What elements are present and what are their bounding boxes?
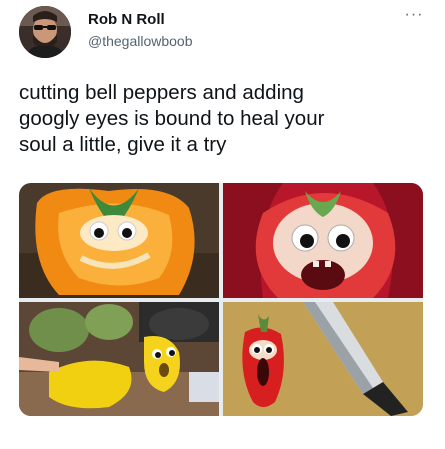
tweet-text-line: googly eyes is bound to heal your — [19, 107, 325, 130]
red-pepper-photo[interactable] — [223, 183, 423, 298]
avatar[interactable] — [19, 6, 71, 58]
orange-pepper-image — [19, 183, 219, 298]
red-pepper-image — [223, 183, 423, 298]
orange-pepper-photo[interactable] — [19, 183, 219, 298]
more-options-icon[interactable]: ··· — [403, 7, 425, 23]
knife-pepper-photo[interactable] — [223, 302, 423, 416]
yellow-pepper-image — [19, 302, 219, 416]
author-handle[interactable]: @thegallowboob — [88, 33, 193, 50]
bearded-man-avatar-icon — [19, 6, 71, 58]
tweet-text-line: cutting bell peppers and adding — [19, 81, 304, 104]
tweet-text-line: soul a little, give it a try — [19, 133, 227, 156]
author-name[interactable]: Rob N Roll — [88, 11, 165, 29]
knife-pepper-image — [223, 302, 423, 416]
media-grid[interactable] — [19, 183, 423, 416]
yellow-pepper-photo[interactable] — [19, 302, 219, 416]
tweet-text: cutting bell peppers and adding googly e… — [19, 80, 424, 158]
